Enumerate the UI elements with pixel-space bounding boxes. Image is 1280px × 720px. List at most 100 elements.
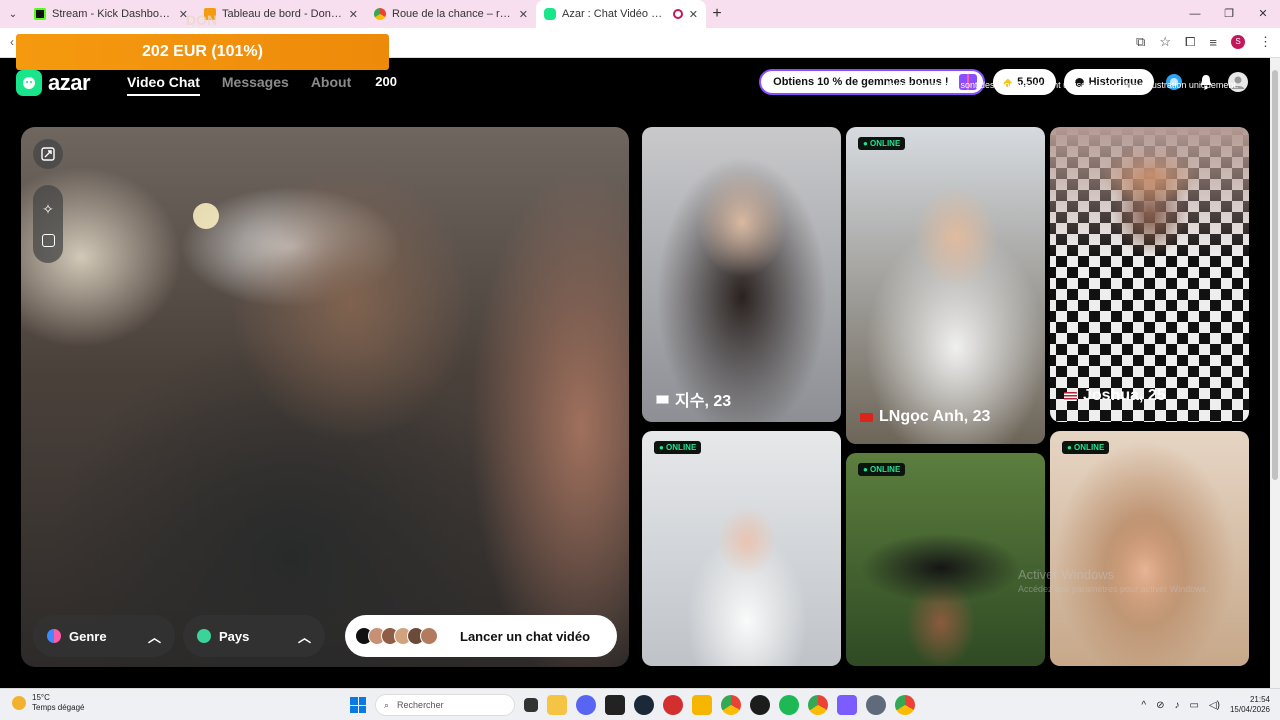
weather-widget[interactable]: 15°C Temps dégagé [12,693,84,713]
start-video-chat-button[interactable]: Lancer un chat vidéo [345,615,617,657]
magic-wand-icon[interactable]: ✧ [42,201,54,218]
steam-icon[interactable] [634,695,654,715]
close-icon[interactable]: ✕ [689,8,698,21]
expand-view-button[interactable] [33,139,63,169]
close-icon[interactable]: ✕ [349,8,358,21]
chrome-icon[interactable] [721,695,741,715]
face-filter-icon[interactable] [41,234,55,247]
profile-card[interactable]: ● ONLINE [1050,431,1249,666]
back-icon[interactable]: ‹ [10,35,14,49]
file-explorer-icon[interactable] [547,695,567,715]
profile-name: Joshua, 25 [1064,387,1166,405]
page-scrollbar[interactable] [1270,58,1280,688]
settings-gear-icon[interactable] [866,695,886,715]
windows-taskbar: 15°C Temps dégagé ⌕ Rechercher ^ ⊘ ♪ ▭ ◁… [0,688,1280,720]
match-controls: Genre ︿ Pays ︿ Lancer un chat vidéo [33,615,617,657]
profile-name: 지수, 23 [656,387,731,411]
main-nav: Video Chat Messages About 200 [127,74,397,96]
chrome-icon[interactable] [895,695,915,715]
chrome-profile-icon[interactable] [808,695,828,715]
profile-card[interactable]: ● ONLINE [846,453,1045,666]
tab-label: Tableau de bord - DonationAle [222,8,343,20]
nav-about[interactable]: About [311,74,351,96]
profile-avatar-icon[interactable]: S [1231,35,1245,49]
close-icon[interactable]: ✕ [519,8,528,21]
task-view-icon[interactable] [524,698,538,712]
tab-kick[interactable]: Stream - Kick Dashboard ✕ [26,0,196,28]
chevron-up-icon: ︿ [297,629,311,645]
profile-name: LNgọc Anh, 23 [860,408,990,426]
avatar [420,627,438,645]
recording-icon [672,9,683,19]
korea-flag-icon [656,394,669,404]
install-app-icon[interactable]: ⧉ [1136,34,1145,50]
tab-donationalerts[interactable]: Tableau de bord - DonationAle ✕ [196,0,366,28]
bookmark-star-icon[interactable]: ☆ [1159,34,1171,50]
microphone-icon[interactable]: ♪ [1174,700,1179,711]
azar-logo[interactable]: azar [16,70,91,96]
tab-label: Azar : Chat Vidéo avec de n [562,8,667,20]
watermark-line2: Accédez aux paramètres pour activer Wind… [1018,584,1209,594]
profile-card[interactable]: 지수, 23 [642,127,841,422]
minimize-icon[interactable]: — [1178,0,1212,28]
profile-card[interactable]: ● ONLINE [642,431,841,666]
profile-card[interactable]: ● ONLINE LNgọc Anh, 23 [846,127,1045,444]
media-controls-icon[interactable]: ≡ [1209,35,1217,50]
new-tab-icon[interactable]: + [706,5,728,23]
tab-label: Roue de la chance – roue aléato [392,8,513,20]
profile-card[interactable]: Joshua, 25 [1050,127,1249,422]
profile-name-text: 지수, 23 [675,393,732,410]
tab-search-chevron-icon[interactable]: ⌄ [0,9,26,20]
online-badge: ● ONLINE [1062,441,1110,454]
background-light [193,203,219,229]
extensions-icon[interactable]: ⧠ [1185,34,1195,50]
moon-icon [12,696,26,710]
country-filter-button[interactable]: Pays ︿ [183,615,325,657]
online-badge: ● ONLINE [654,441,702,454]
start-label: Lancer un chat vidéo [460,628,591,644]
profile-name-text: Joshua, 25 [1083,387,1166,404]
azar-logo-icon [16,70,42,96]
display-icon[interactable]: ▭ [1189,700,1198,711]
online-badge: ● ONLINE [858,463,906,476]
globe-icon [197,629,211,643]
expand-icon [41,147,55,161]
windows-start-icon[interactable] [350,697,366,713]
country-label: Pays [219,628,250,644]
nav-video-chat[interactable]: Video Chat [127,74,200,96]
close-window-icon[interactable]: ✕ [1246,0,1280,28]
app-icon[interactable] [750,695,770,715]
volume-icon[interactable]: ◁) [1209,700,1220,711]
donation-goal-banner: 202 EUR (101%) [16,34,389,70]
online-badge: ● ONLINE [858,137,906,150]
time: 21:54 [1249,695,1270,704]
gender-filter-button[interactable]: Genre ︿ [33,615,175,657]
taskbar-search[interactable]: ⌕ Rechercher [375,694,515,716]
grid-app-icon[interactable] [837,695,857,715]
clock[interactable]: 21:54 15/04/2026 [1230,695,1270,715]
date: 15/04/2026 [1229,705,1270,714]
spotify-icon[interactable] [779,695,799,715]
network-off-icon[interactable]: ⊘ [1156,700,1164,711]
search-placeholder: Rechercher [397,700,444,710]
epic-games-icon[interactable] [605,695,625,715]
discord-icon[interactable] [576,695,596,715]
gender-label: Genre [69,628,107,644]
scrollbar-thumb[interactable] [1272,70,1278,480]
tab-azar[interactable]: Azar : Chat Vidéo avec de n ✕ [536,0,706,28]
tab-wheel[interactable]: Roue de la chance – roue aléato ✕ [366,0,536,28]
profile-name-text: LNgọc Anh, 23 [879,408,991,425]
don-overlay-label: DON [186,12,218,28]
chevron-up-icon[interactable]: ^ [1141,700,1146,711]
usa-flag-icon [1064,391,1077,401]
maximize-icon[interactable]: ❐ [1212,0,1246,28]
weather-status: Temps dégagé [32,703,85,712]
azar-favicon-icon [544,8,556,20]
rockstar-icon[interactable] [692,695,712,715]
nav-messages[interactable]: Messages [222,74,289,96]
red-app-icon[interactable] [663,695,683,715]
menu-kebab-icon[interactable]: ⋮ [1259,34,1272,50]
self-camera-preview: ✧ Genre ︿ Pays ︿ Lancer un chat vidéo [21,127,629,667]
windows-activation-watermark: Activer Windows Accédez aux paramètres p… [1018,568,1209,596]
avatar-stack [355,627,438,645]
